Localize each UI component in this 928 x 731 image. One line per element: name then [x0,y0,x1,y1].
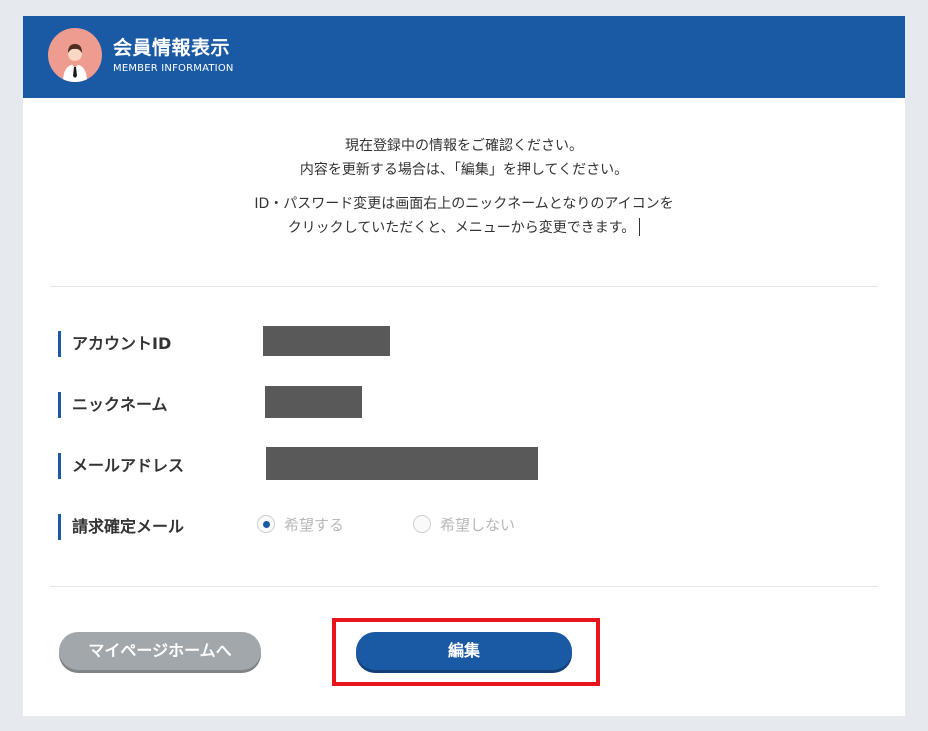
text-cursor [639,218,641,236]
intro-line-1: 現在登録中の情報をご確認ください。 [345,138,583,154]
mypage-home-button[interactable]: マイページホームへ [59,632,261,670]
intro-message: 現在登録中の情報をご確認ください。 内容を更新する場合は、「編集」を押してくださ… [23,134,905,240]
intro-line-4: クリックしていただくと、メニューから変更できます。 [287,220,636,236]
divider-bottom [50,586,878,587]
email-label: メールアドレス [58,453,184,479]
radio-no-label: 希望しない [440,515,516,534]
intro-line-2: 内容を更新する場合は、「編集」を押してください。 [299,162,629,178]
billing-mail-option-no[interactable]: 希望しない [413,514,515,534]
divider-top [50,286,878,287]
billing-mail-label: 請求確定メール [58,514,184,540]
nickname-row: ニックネーム [58,392,858,418]
account-id-label: アカウントID [58,331,171,357]
account-id-row: アカウントID [58,331,858,357]
page-title: 会員情報表示 [113,37,231,59]
member-info-panel: 会員情報表示 MEMBER INFORMATION 現在登録中の情報をご確認くだ… [23,16,905,716]
intro-line-3: ID・パスワード変更は画面右上のニックネームとなりのアイコンを [254,196,674,212]
nickname-value-redacted [265,386,362,418]
panel-header: 会員情報表示 MEMBER INFORMATION [23,16,905,98]
page-subtitle: MEMBER INFORMATION [113,63,234,74]
radio-yes-label: 希望する [284,515,345,534]
account-id-value-redacted [263,326,390,356]
radio-no[interactable] [413,515,431,533]
nickname-label: ニックネーム [58,392,168,418]
intro-line-4-wrap: クリックしていただくと、メニューから変更できます。 [23,216,905,240]
edit-button-highlight [332,618,600,686]
email-value-redacted [266,447,538,480]
user-avatar-icon [48,28,102,82]
radio-yes[interactable] [257,515,275,533]
billing-mail-option-yes[interactable]: 希望する [257,514,344,534]
